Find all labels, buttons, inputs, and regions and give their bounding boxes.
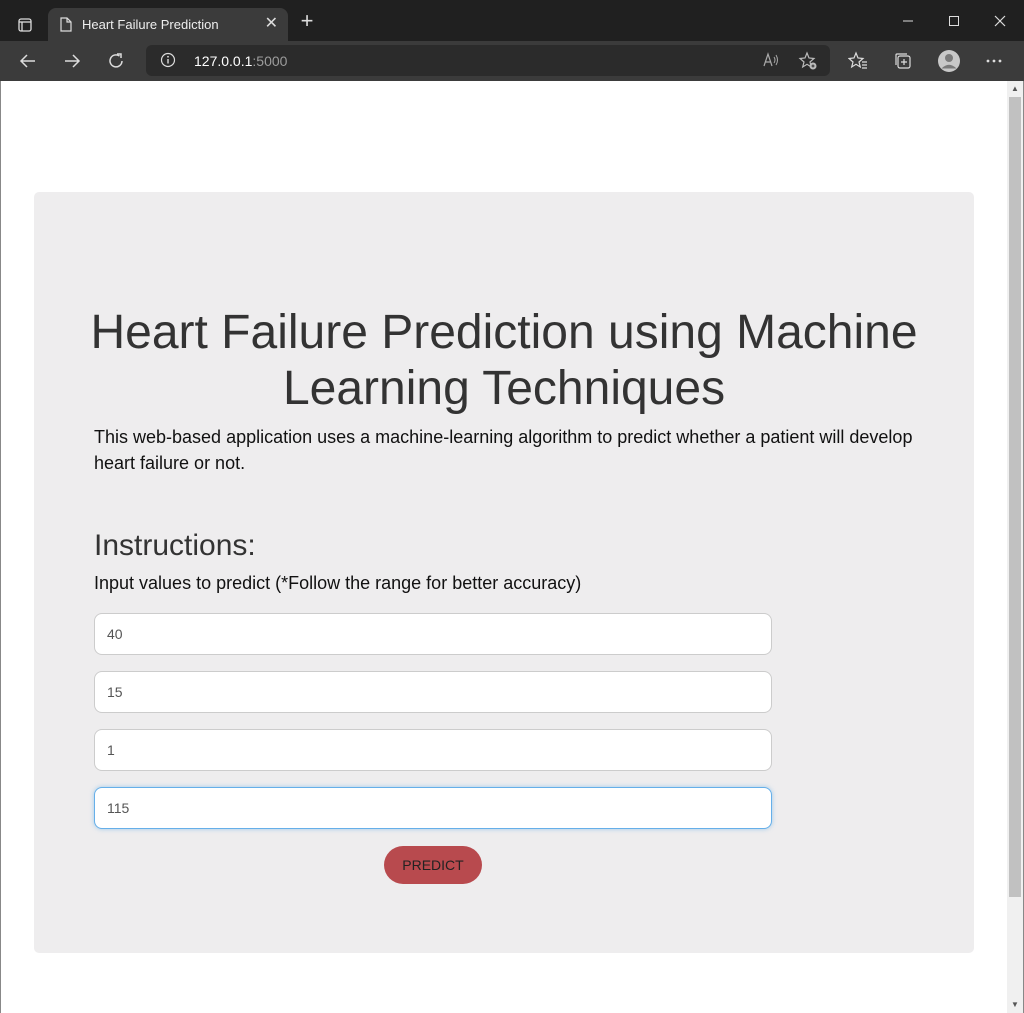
page-title: Heart Failure Prediction using Machine L… (90, 306, 918, 415)
browser-titlebar: Heart Failure Prediction ✕ + (0, 0, 1024, 41)
main-card: Heart Failure Prediction using Machine L… (34, 192, 974, 953)
more-icon[interactable] (978, 45, 1010, 77)
url-host: 127.0.0.1 (194, 53, 253, 69)
browser-toolbar: 127.0.0.1:5000 (0, 41, 1024, 81)
page-icon (60, 17, 72, 32)
instructions-text: Input values to predict (*Follow the ran… (94, 573, 582, 593)
input-field-2[interactable] (94, 671, 772, 713)
back-icon[interactable] (12, 45, 44, 77)
tab-close-icon[interactable]: ✕ (265, 16, 278, 32)
tab-actions-icon[interactable] (10, 10, 40, 40)
window-close-icon[interactable] (980, 6, 1020, 36)
scroll-down-icon[interactable]: ▼ (1010, 1000, 1020, 1010)
refresh-icon[interactable] (100, 45, 132, 77)
forward-icon[interactable] (56, 45, 88, 77)
profile-avatar[interactable] (933, 45, 965, 77)
maximize-icon[interactable] (934, 6, 974, 36)
predict-button[interactable]: PREDICT (384, 846, 482, 884)
app-description: This web-based application uses a machin… (94, 427, 913, 473)
info-icon[interactable] (160, 52, 176, 73)
browser-tab[interactable]: Heart Failure Prediction ✕ (48, 8, 288, 41)
input-field-1[interactable] (94, 613, 772, 655)
url-text: 127.0.0.1:5000 (194, 53, 287, 69)
add-favorite-icon[interactable] (798, 51, 818, 76)
minimize-icon[interactable] (888, 6, 928, 36)
scroll-up-icon[interactable]: ▲ (1010, 84, 1020, 94)
collections-icon[interactable] (887, 45, 919, 77)
address-bar[interactable]: 127.0.0.1:5000 (146, 45, 830, 76)
vertical-scrollbar[interactable]: ▲ ▼ (1007, 81, 1024, 1013)
input-field-4[interactable] (94, 787, 772, 829)
read-aloud-icon[interactable] (762, 51, 780, 72)
instructions-heading: Instructions: (94, 529, 256, 562)
new-tab-button[interactable]: + (296, 8, 318, 33)
input-field-3[interactable] (94, 729, 772, 771)
scrollbar-thumb[interactable] (1009, 97, 1021, 897)
url-port: :5000 (252, 53, 288, 69)
favorites-icon[interactable] (842, 45, 874, 77)
tab-title: Heart Failure Prediction (82, 17, 219, 32)
